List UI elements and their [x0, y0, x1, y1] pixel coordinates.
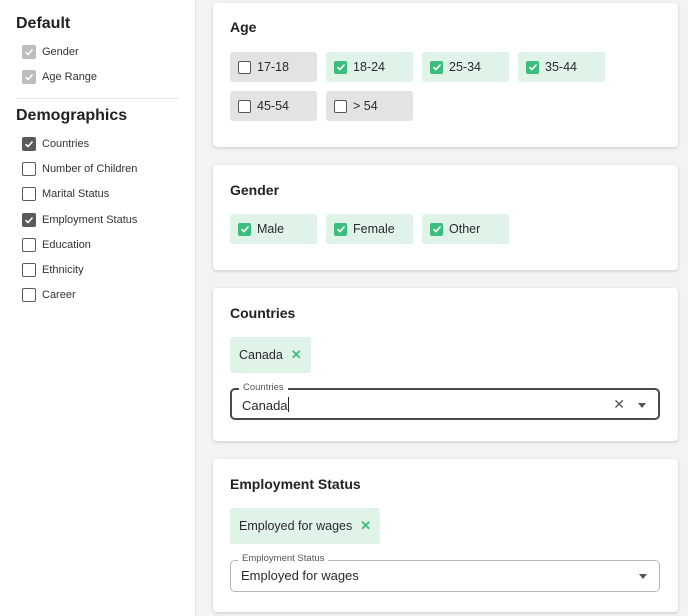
sidebar-item-label: Countries [42, 138, 90, 150]
chip-label: Canada [239, 348, 283, 362]
dropdown-arrow-icon[interactable] [638, 403, 646, 408]
sidebar-item-label: Employment Status [42, 214, 138, 226]
gender-card: Gender Male Female Other [213, 165, 678, 270]
checkbox-unchecked-icon[interactable] [22, 187, 36, 201]
gender-option-female[interactable]: Female [326, 214, 413, 244]
checkbox-unchecked-icon [334, 99, 347, 113]
sidebar-item-employment-status[interactable]: Employment Status [22, 210, 137, 230]
age-option-18-24[interactable]: 18-24 [326, 52, 413, 82]
checkbox-checked-icon [526, 60, 539, 74]
sidebar-item-gender: Gender [22, 42, 79, 62]
sidebar-item-label: Education [42, 239, 91, 251]
age-option-over-54[interactable]: > 54 [326, 91, 413, 121]
checkbox-checked-icon[interactable] [22, 137, 36, 151]
gender-option-male[interactable]: Male [230, 214, 317, 244]
age-option-label: 17-18 [257, 60, 289, 74]
sidebar-item-age-range: Age Range [22, 67, 97, 87]
checkbox-checked-icon [430, 222, 443, 236]
checkbox-unchecked-icon[interactable] [22, 238, 36, 252]
sidebar-item-label: Marital Status [42, 188, 110, 200]
age-option-label: > 54 [353, 99, 378, 113]
age-option-17-18[interactable]: 17-18 [230, 52, 317, 82]
checkbox-checked-icon [22, 70, 36, 84]
age-option-45-54[interactable]: 45-54 [230, 91, 317, 121]
employment-select[interactable]: Employment Status Employed for wages [230, 553, 660, 592]
gender-title: Gender [230, 182, 280, 198]
sidebar-item-label: Ethnicity [42, 264, 84, 276]
countries-input[interactable]: Canada [242, 397, 289, 413]
chip-remove-icon[interactable]: ✕ [360, 518, 371, 534]
checkbox-unchecked-icon [238, 99, 251, 113]
sidebar-divider [16, 98, 178, 99]
field-label: Countries [239, 382, 288, 393]
employment-card: Employment Status Employed for wages ✕ E… [213, 459, 678, 612]
clear-icon[interactable]: ✕ [613, 396, 625, 413]
age-option-label: 18-24 [353, 60, 385, 74]
age-option-25-34[interactable]: 25-34 [422, 52, 509, 82]
age-option-label: 25-34 [449, 60, 481, 74]
checkbox-checked-icon[interactable] [22, 213, 36, 227]
employment-chip: Employed for wages ✕ [230, 508, 381, 544]
checkbox-checked-icon [238, 222, 251, 236]
checkbox-unchecked-icon[interactable] [22, 162, 36, 176]
sidebar-item-label: Number of Children [42, 163, 138, 175]
text-caret [287, 397, 289, 412]
checkbox-checked-icon [334, 60, 347, 74]
countries-card: Countries Canada ✕ Countries Canada ✕ [213, 288, 678, 441]
field-label: Employment Status [238, 553, 329, 564]
age-option-35-44[interactable]: 35-44 [518, 52, 605, 82]
age-option-label: 35-44 [545, 60, 577, 74]
gender-option-other[interactable]: Other [422, 214, 509, 244]
checkbox-checked-icon [430, 60, 443, 74]
sidebar-item-label: Career [42, 289, 76, 301]
sidebar-item-number-of-children[interactable]: Number of Children [22, 159, 137, 179]
checkbox-unchecked-icon[interactable] [22, 288, 36, 302]
age-title: Age [230, 19, 257, 35]
sidebar-item-marital-status[interactable]: Marital Status [22, 184, 109, 204]
sidebar-item-ethnicity[interactable]: Ethnicity [22, 260, 84, 280]
gender-option-label: Other [449, 222, 481, 236]
checkbox-checked-icon [22, 45, 36, 59]
countries-title: Countries [230, 305, 296, 321]
default-heading: Default [16, 15, 71, 32]
sidebar-item-label: Gender [42, 46, 79, 58]
checkbox-unchecked-icon [238, 60, 251, 74]
checkbox-unchecked-icon[interactable] [22, 263, 36, 277]
employment-input[interactable]: Employed for wages [241, 568, 359, 583]
sidebar-item-career[interactable]: Career [22, 285, 76, 305]
chip-label: Employed for wages [239, 519, 353, 533]
checkbox-checked-icon [334, 222, 347, 236]
dropdown-arrow-icon[interactable] [639, 574, 647, 579]
age-option-label: 45-54 [257, 99, 289, 113]
chip-remove-icon[interactable]: ✕ [291, 347, 302, 363]
sidebar-item-countries[interactable]: Countries [22, 134, 89, 154]
sidebar: Default Gender Age Range Demographics Co… [0, 0, 196, 616]
demographics-heading: Demographics [16, 107, 128, 124]
age-card: Age 17-18 18-24 25-34 35-44 45-54 > 54 [213, 3, 678, 147]
countries-chip: Canada ✕ [230, 337, 311, 373]
employment-title: Employment Status [230, 476, 361, 492]
gender-option-label: Female [353, 222, 395, 236]
sidebar-item-label: Age Range [42, 71, 98, 83]
countries-autocomplete[interactable]: Countries Canada ✕ [230, 382, 660, 420]
gender-option-label: Male [257, 222, 285, 236]
sidebar-item-education[interactable]: Education [22, 235, 91, 255]
